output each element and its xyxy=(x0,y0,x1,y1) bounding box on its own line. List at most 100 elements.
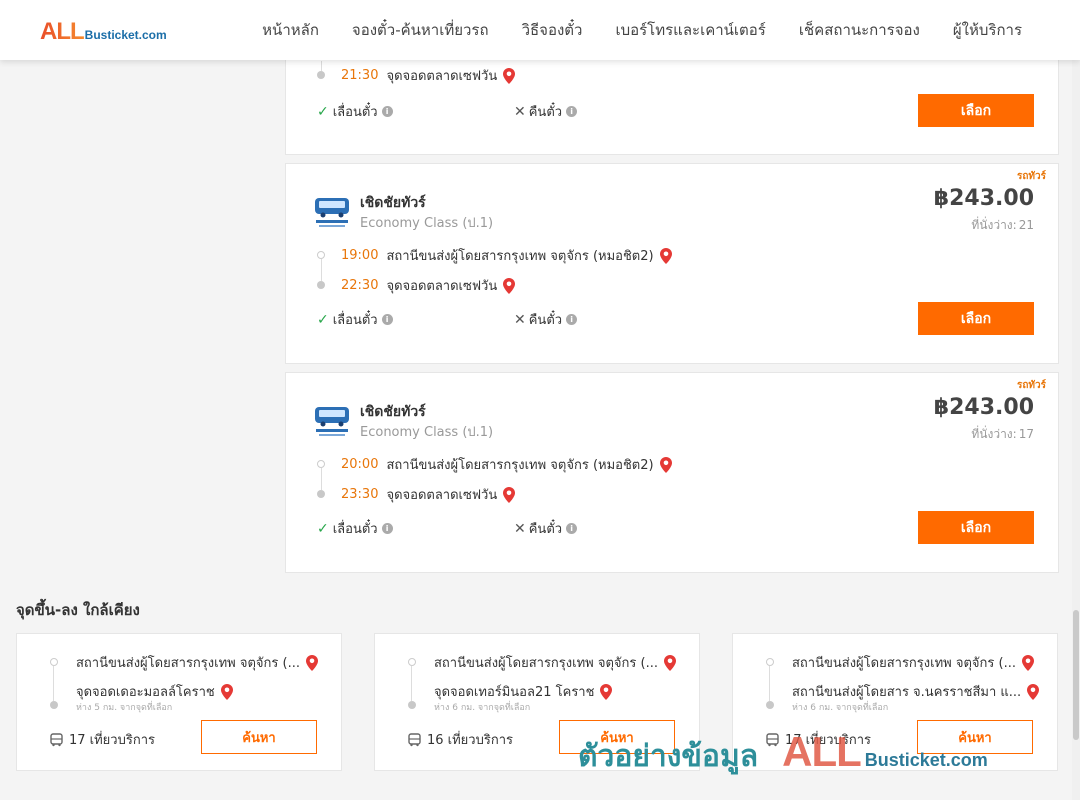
arrival-place: จุดจอดตลาดเซฟวัน xyxy=(386,488,498,503)
map-pin-icon[interactable] xyxy=(503,486,516,503)
operator-bus-logo-icon xyxy=(315,198,349,227)
trip-card: รถทัวร์ เชิดชัยทัวร์ Economy Class (ป.1)… xyxy=(285,372,1059,573)
watermark-logo-rest: Busticket.com xyxy=(864,750,988,770)
nearby-search-button[interactable]: ค้นหา xyxy=(201,720,317,754)
nearby-from-label: สถานีขนส่งผู้โดยสารกรุงเทพ จตุจักร (... xyxy=(792,656,1016,671)
nearby-from: สถานีขนส่งผู้โดยสารกรุงเทพ จตุจักร (... xyxy=(76,652,318,673)
select-trip-button[interactable]: เลือก xyxy=(918,94,1034,127)
close-icon: ✕ xyxy=(514,311,526,328)
nav-operators[interactable]: ผู้ให้บริการ xyxy=(953,18,1022,42)
timeline-end-dot xyxy=(317,281,325,289)
nav-contact-counters[interactable]: เบอร์โทรและเคาน์เตอร์ xyxy=(615,18,765,42)
nearby-to: จุดจอดเดอะมอลล์โคราช xyxy=(76,681,233,702)
nearby-from-label: สถานีขนส่งผู้โดยสารกรุงเทพ จตุจักร (... xyxy=(434,656,658,671)
departure-place: สถานีขนส่งผู้โดยสารกรุงเทพ จตุจักร (หมอช… xyxy=(386,249,654,264)
timeline-line xyxy=(321,468,322,490)
nearby-trip-count: 16 เที่ยวบริการ xyxy=(408,729,513,750)
reschedule-label: เลื่อนตั๋ว xyxy=(332,313,378,328)
map-pin-icon[interactable] xyxy=(1021,654,1034,671)
nearby-to: สถานีขนส่งผู้โดยสาร จ.นครราชสีมา แ... xyxy=(792,681,1040,702)
nearby-distance: ห่าง 6 กม. จากจุดที่เลือก xyxy=(434,703,531,713)
info-icon[interactable]: i xyxy=(381,523,393,534)
timeline-end-dot xyxy=(408,701,416,709)
check-icon: ✓ xyxy=(317,103,329,120)
operator-name: เชิดชัยทัวร์ xyxy=(360,404,426,420)
departure-time: 20:00 xyxy=(341,457,379,472)
timeline-line xyxy=(321,61,322,71)
nav-book-search[interactable]: จองตั๋ว-ค้นหาเที่ยวรถ xyxy=(352,18,489,42)
map-pin-icon[interactable] xyxy=(1027,683,1040,700)
map-pin-icon[interactable] xyxy=(305,654,318,671)
timeline-start-dot xyxy=(317,460,325,468)
ticket-price: ฿243.00 xyxy=(933,395,1034,420)
nav-booking-status[interactable]: เช็คสถานะการจอง xyxy=(799,18,920,42)
seats-label: ที่นั่งว่าง: xyxy=(971,427,1017,441)
map-pin-icon[interactable] xyxy=(600,683,613,700)
seats-label: ที่นั่งว่าง: xyxy=(971,218,1017,232)
nearby-to: จุดจอดเทอร์มินอล21 โคราช xyxy=(434,681,613,702)
arrival-time: 23:30 xyxy=(341,487,379,502)
map-pin-icon[interactable] xyxy=(503,67,516,84)
bus-class: Economy Class (ป.1) xyxy=(360,216,494,231)
site-header: ALL Busticket.com หน้าหลัก จองตั๋ว-ค้นหา… xyxy=(0,0,1080,60)
timeline-line xyxy=(53,666,54,701)
bus-icon xyxy=(50,732,63,746)
arrival-stop: 22:30 จุดจอดตลาดเซฟวัน xyxy=(341,275,516,296)
departure-place: สถานีขนส่งผู้โดยสารกรุงเทพ จตุจักร (หมอช… xyxy=(386,458,654,473)
nearby-from: สถานีขนส่งผู้โดยสารกรุงเทพ จตุจักร (... xyxy=(434,652,676,673)
refund-label: คืนตั๋ว xyxy=(528,105,563,120)
check-icon: ✓ xyxy=(317,520,329,537)
reschedule-label: เลื่อนตั๋ว xyxy=(332,522,378,537)
map-pin-icon[interactable] xyxy=(659,247,672,264)
map-pin-icon[interactable] xyxy=(663,654,676,671)
nearby-to-label: จุดจอดเดอะมอลล์โคราช xyxy=(76,685,215,700)
nearby-section-title: จุดขึ้น-ลง ใกล้เคียง xyxy=(16,601,140,619)
seats-available: ที่นั่งว่าง: 21 xyxy=(971,216,1034,235)
nearby-trip-count-label: 17 เที่ยวบริการ xyxy=(69,733,155,748)
info-icon[interactable]: i xyxy=(566,106,578,117)
nearby-route-card: สถานีขนส่งผู้โดยสารกรุงเทพ จตุจักร (... … xyxy=(16,633,342,771)
timeline-start-dot xyxy=(317,251,325,259)
bus-type-badge: รถทัวร์ xyxy=(1016,171,1046,182)
main-nav: หน้าหลัก จองตั๋ว-ค้นหาเที่ยวรถ วิธีจองตั… xyxy=(262,0,1022,60)
departure-stop: 20:00 สถานีขนส่งผู้โดยสารกรุงเทพ จตุจักร… xyxy=(341,454,672,475)
logo-all: ALL xyxy=(40,18,85,45)
site-logo[interactable]: ALL Busticket.com xyxy=(40,18,167,46)
refund-policy: ✕ คืนตั๋ว i xyxy=(514,518,578,539)
timeline-line xyxy=(769,666,770,701)
refund-label: คืนตั๋ว xyxy=(528,522,563,537)
info-icon[interactable]: i xyxy=(381,106,393,117)
trip-card: รถทัวร์ เชิดชัยทัวร์ Economy Class (ป.1)… xyxy=(285,163,1059,364)
map-pin-icon[interactable] xyxy=(503,277,516,294)
nearby-trip-count-label: 16 เที่ยวบริการ xyxy=(427,733,513,748)
page-scrollbar[interactable] xyxy=(1072,0,1080,800)
nearby-distance: ห่าง 6 กม. จากจุดที่เลือก xyxy=(792,703,889,713)
operator-bus-logo-icon xyxy=(315,407,349,436)
timeline-line xyxy=(411,666,412,701)
map-pin-icon[interactable] xyxy=(659,456,672,473)
info-icon[interactable]: i xyxy=(566,314,578,325)
timeline-end-dot xyxy=(766,701,774,709)
info-icon[interactable]: i xyxy=(381,314,393,325)
map-pin-icon[interactable] xyxy=(220,683,233,700)
scrollbar-thumb[interactable] xyxy=(1073,610,1079,740)
nav-home[interactable]: หน้าหลัก xyxy=(262,18,319,42)
info-icon[interactable]: i xyxy=(566,523,578,534)
nearby-trip-count: 17 เที่ยวบริการ xyxy=(50,729,155,750)
bus-type-badge: รถทัวร์ xyxy=(1016,380,1046,391)
close-icon: ✕ xyxy=(514,103,526,120)
select-trip-button[interactable]: เลือก xyxy=(918,511,1034,544)
timeline-end-dot xyxy=(317,71,325,79)
seats-available: ที่นั่งว่าง: 17 xyxy=(971,425,1034,444)
arrival-stop: 21:30 จุดจอดตลาดเซฟวัน xyxy=(341,65,516,86)
arrival-time: 21:30 xyxy=(341,68,379,83)
reschedule-policy: ✓ เลื่อนตั๋ว i xyxy=(317,101,393,122)
reschedule-label: เลื่อนตั๋ว xyxy=(332,105,378,120)
arrival-place: จุดจอดตลาดเซฟวัน xyxy=(386,279,498,294)
nearby-from: สถานีขนส่งผู้โดยสารกรุงเทพ จตุจักร (... xyxy=(792,652,1034,673)
nearby-distance: ห่าง 5 กม. จากจุดที่เลือก xyxy=(76,703,173,713)
select-trip-button[interactable]: เลือก xyxy=(918,302,1034,335)
nearby-to-label: สถานีขนส่งผู้โดยสาร จ.นครราชสีมา แ... xyxy=(792,685,1022,700)
timeline-start-dot xyxy=(408,658,416,666)
nav-how-to-book[interactable]: วิธีจองตั๋ว xyxy=(522,18,583,42)
